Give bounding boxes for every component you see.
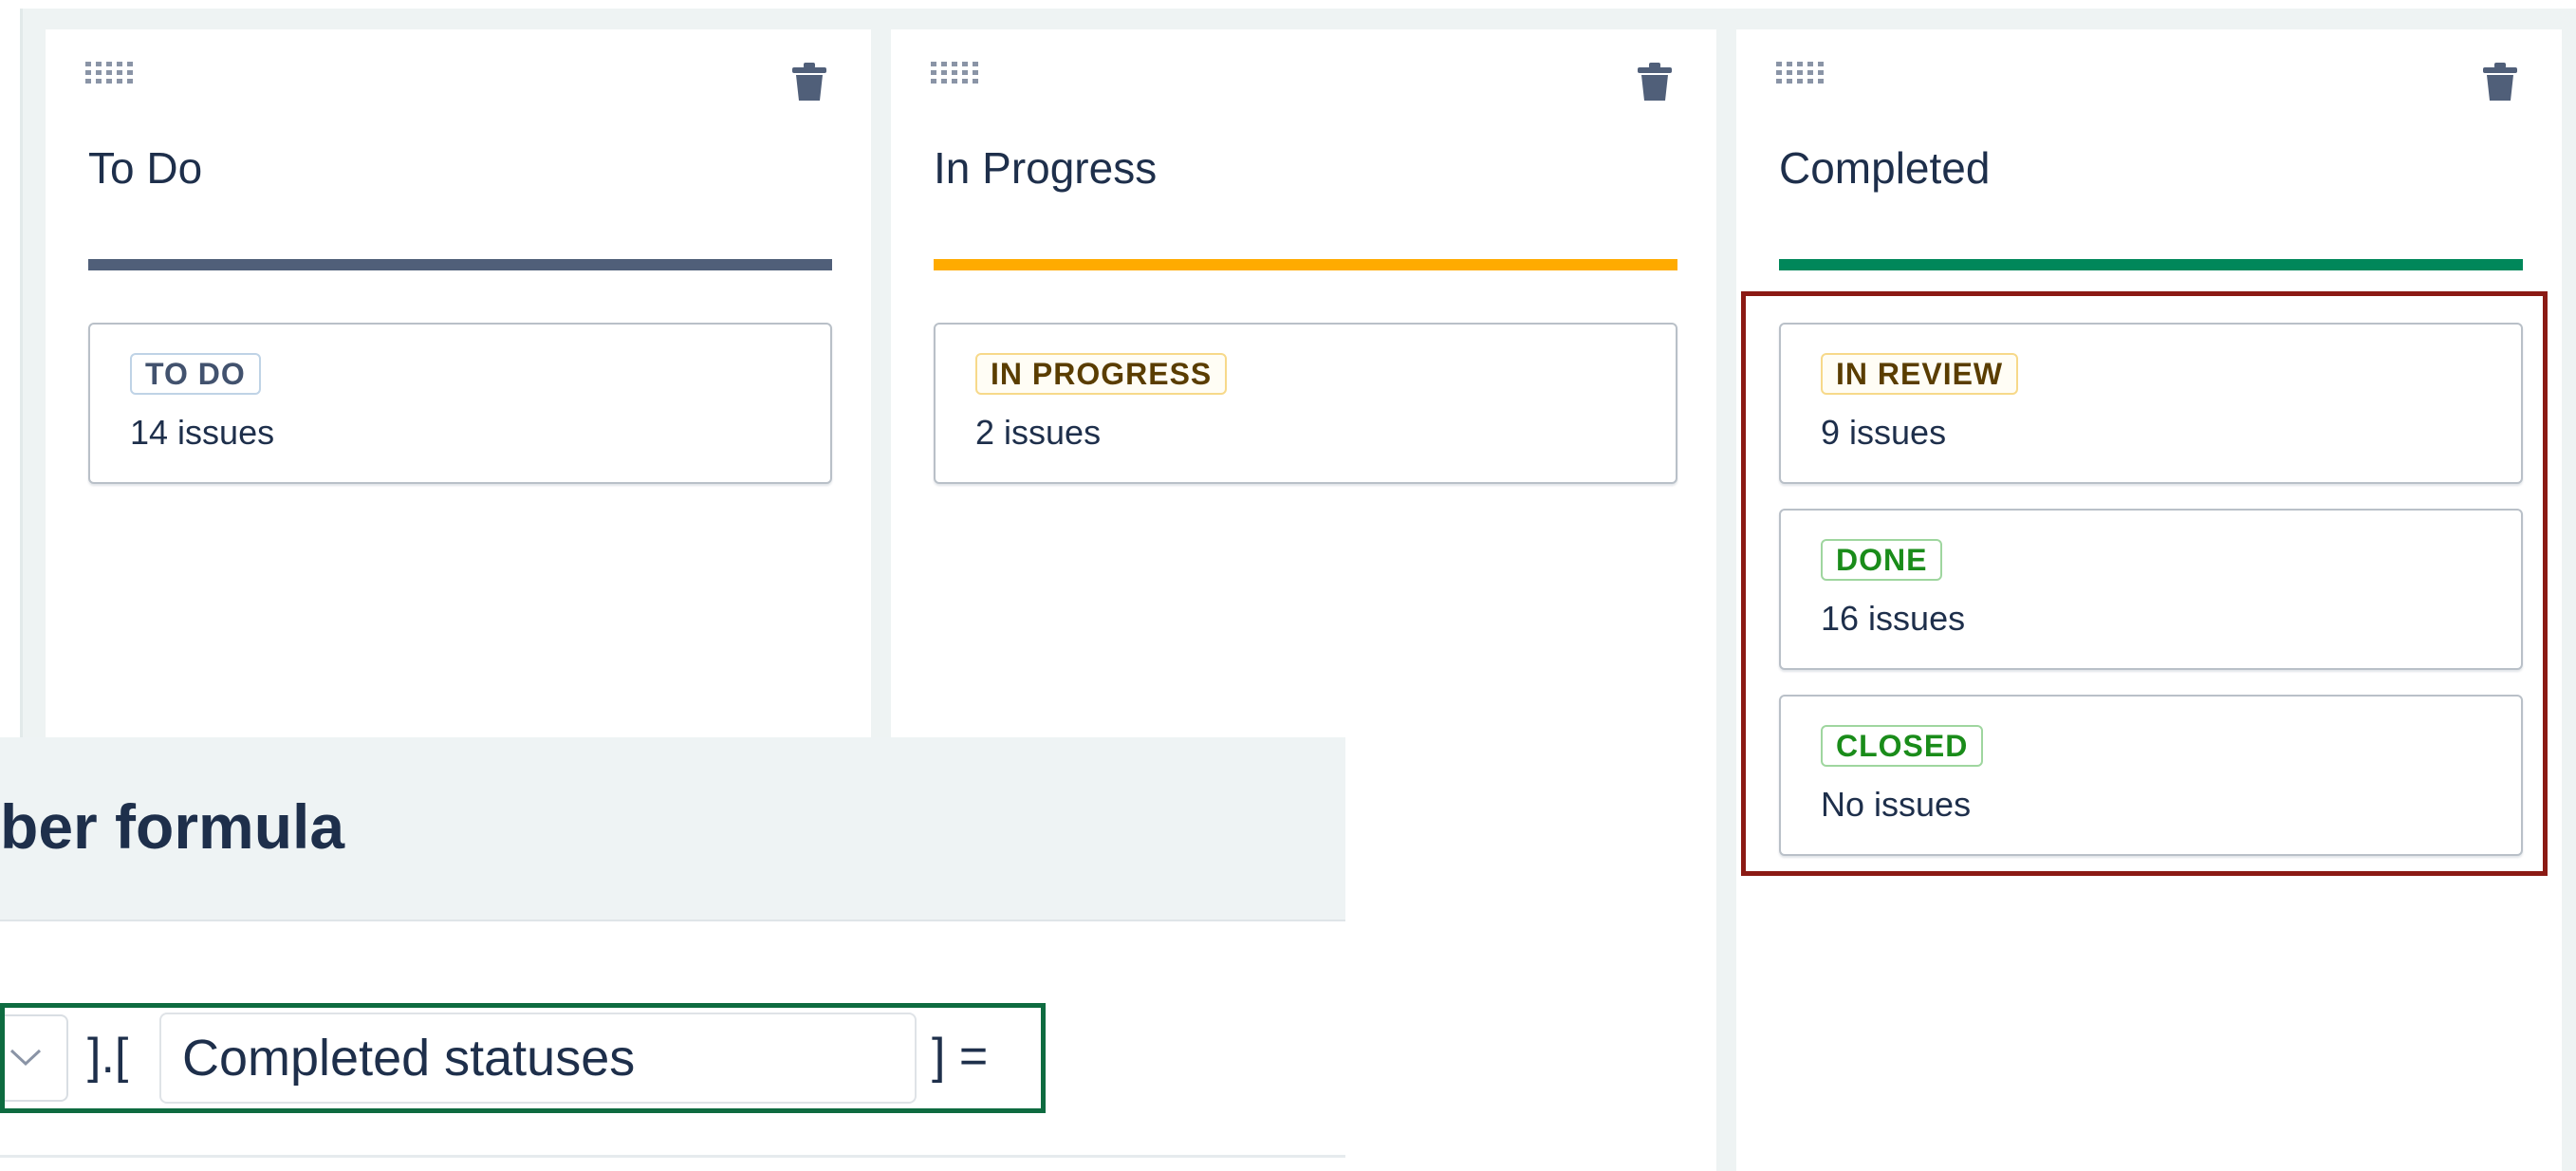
- status-card-to-do[interactable]: TO DO 14 issues: [88, 323, 832, 484]
- issue-count: 14 issues: [130, 413, 275, 452]
- trash-icon[interactable]: [2481, 62, 2519, 102]
- drag-handle-icon[interactable]: [1774, 58, 1829, 88]
- divider: [0, 1155, 1345, 1158]
- status-card-in-progress[interactable]: IN PROGRESS 2 issues: [934, 323, 1677, 484]
- status-lozenge: TO DO: [130, 353, 261, 395]
- column-color-bar: [934, 259, 1677, 270]
- formula-panel: ber formula ].[ Completed statuses ] =: [0, 737, 1345, 1171]
- drag-handle-icon[interactable]: [83, 58, 139, 88]
- formula-title: ber formula: [0, 791, 345, 862]
- issue-count: 2 issues: [975, 413, 1102, 452]
- formula-header: ber formula: [0, 737, 1345, 921]
- highlight-formula-field: [0, 1003, 1046, 1113]
- highlight-completed-statuses: [1741, 291, 2548, 876]
- drag-handle-icon[interactable]: [929, 58, 984, 88]
- trash-icon[interactable]: [1636, 62, 1674, 102]
- column-title: Completed: [1779, 143, 1991, 193]
- status-lozenge: IN PROGRESS: [975, 353, 1228, 395]
- column-color-bar: [1779, 259, 2523, 270]
- column-title: To Do: [88, 143, 203, 193]
- column-color-bar: [88, 259, 832, 270]
- column-title: In Progress: [934, 143, 1158, 193]
- trash-icon[interactable]: [790, 62, 828, 102]
